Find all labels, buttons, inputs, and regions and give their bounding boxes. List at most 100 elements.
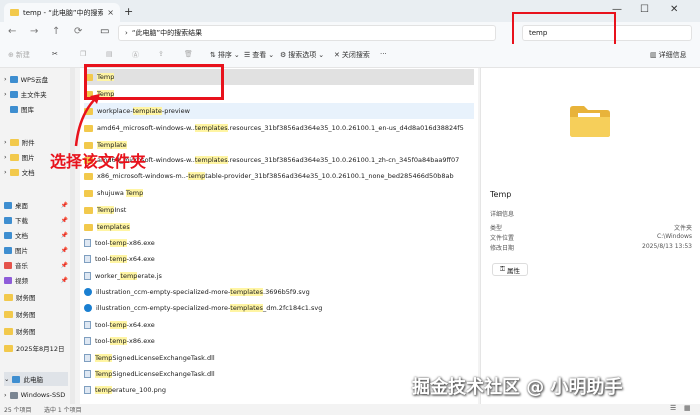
- sidebar-item-windows-ssd[interactable]: › Windows-SSD: [4, 388, 68, 402]
- rename-icon[interactable]: Ⓐ: [132, 50, 139, 60]
- sidebar-item-documents[interactable]: 文档 📌: [4, 228, 68, 242]
- file-name-match: templates: [230, 288, 264, 296]
- folder-icon: [4, 310, 13, 318]
- file-name-prefix: shujuwa: [97, 189, 126, 197]
- chevron-right-icon: ›: [4, 168, 7, 176]
- edge-icon: [84, 288, 92, 296]
- file-name-suffix: -x64.exe: [126, 255, 155, 263]
- file-name-match: temp: [109, 337, 127, 345]
- chevron-right-icon: ›: [4, 75, 7, 83]
- file-row[interactable]: tool-temp-x64.exe: [84, 251, 474, 267]
- file-row[interactable]: tool-temp-x86.exe: [84, 235, 474, 251]
- folder-icon: [4, 293, 13, 301]
- sidebar-item-finance-2[interactable]: 财务图: [4, 307, 68, 321]
- copy-icon[interactable]: ❐: [80, 50, 86, 58]
- tab-search-results[interactable]: temp - “此电脑”中的搜索结果 ×: [4, 3, 120, 22]
- forward-icon[interactable]: →: [30, 26, 38, 37]
- sidebar-item-this-pc[interactable]: ⌄ 此电脑: [4, 372, 68, 386]
- paste-icon[interactable]: ▤: [106, 50, 113, 58]
- sidebar-item-home[interactable]: › 主文件夹: [4, 87, 68, 101]
- chevron-down-icon: ⌄: [318, 51, 325, 59]
- file-icon: [84, 370, 91, 378]
- file-name-prefix: illustration_ccm-empty-specialized-more-: [96, 304, 231, 312]
- close-icon[interactable]: ✕: [670, 4, 678, 15]
- sidebar-item-pictures[interactable]: 图片 📌: [4, 243, 68, 257]
- file-name-prefix: illustration_ccm-empty-specialized-more-: [96, 288, 231, 296]
- view-button[interactable]: ☰ 查看 ⌄: [244, 50, 274, 60]
- properties-button[interactable]: ⚿ 属性: [492, 263, 528, 276]
- file-name-suffix: -x64.exe: [126, 321, 155, 329]
- view-icon: ☰: [244, 51, 251, 59]
- file-row[interactable]: worker_temperate.js: [84, 268, 474, 284]
- sidebar-item-wps-cloud[interactable]: › WPS云盘: [4, 72, 68, 86]
- list-view-icon[interactable]: ☰: [670, 404, 676, 412]
- search-options-button[interactable]: ⚙ 搜索选项 ⌄: [280, 50, 324, 60]
- address-bar[interactable]: › “此电脑”中的搜索结果: [118, 25, 496, 41]
- close-search-button[interactable]: ✕ 关闭搜索: [334, 50, 370, 60]
- maximize-icon[interactable]: ☐: [640, 4, 649, 15]
- file-name: amd64_microsoft-windows-w..templates.res…: [97, 156, 459, 164]
- file-name-suffix: -x86.exe: [126, 239, 155, 247]
- sidebar-item-downloads[interactable]: 下载 📌: [4, 213, 68, 227]
- folder-icon: [9, 168, 19, 176]
- sidebar-item-music[interactable]: 音乐 📌: [4, 258, 68, 272]
- download-icon: [4, 216, 12, 224]
- music-icon: [4, 261, 12, 269]
- annotation-arrow: [74, 94, 100, 147]
- folder-icon: [10, 9, 19, 16]
- sidebar-item-attachments[interactable]: › 附件: [4, 135, 68, 149]
- sidebar-item-desktop[interactable]: 桌面 📌: [4, 198, 68, 212]
- chevron-right-icon: ›: [4, 391, 7, 399]
- new-button[interactable]: ⊕ 新建: [8, 50, 30, 60]
- file-row[interactable]: templates: [84, 219, 474, 235]
- new-tab-icon[interactable]: +: [124, 5, 133, 18]
- share-icon[interactable]: ⇪: [158, 50, 164, 58]
- file-row[interactable]: amd64_microsoft-windows-w..templates.res…: [84, 120, 474, 136]
- file-name-suffix: .resources_31bf3856ad364e35_10.0.26100.1…: [227, 124, 464, 132]
- pictures-icon: [4, 246, 12, 254]
- pc-icon: [12, 375, 21, 383]
- grid-view-icon[interactable]: ▦: [684, 404, 691, 412]
- file-icon: [84, 337, 91, 345]
- file-row[interactable]: shujuwa Temp: [84, 185, 474, 201]
- details-icon: ▥: [650, 51, 657, 59]
- file-row[interactable]: workplace-template-preview: [84, 103, 474, 119]
- sort-button[interactable]: ⇅ 排序 ⌄: [210, 50, 240, 60]
- folder-icon: [4, 327, 13, 335]
- file-row[interactable]: illustration_ccm-empty-specialized-more-…: [84, 300, 474, 316]
- pin-icon: 📌: [60, 261, 68, 269]
- file-row[interactable]: TempInst: [84, 202, 474, 218]
- file-name: amd64_microsoft-windows-w..templates.res…: [97, 124, 464, 132]
- file-name-match: temp: [109, 321, 127, 329]
- more-button[interactable]: ···: [380, 50, 387, 58]
- file-row[interactable]: tool-temp-x86.exe: [84, 333, 474, 349]
- file-name: worker_temperate.js: [95, 272, 162, 280]
- details-label-modified: 修改日期: [490, 245, 515, 252]
- file-name: shujuwa Temp: [97, 189, 144, 197]
- watermark: 掘金技术社区 @ 小明助手: [412, 377, 623, 398]
- pin-icon: 📌: [60, 216, 68, 224]
- sidebar-item-finance-3[interactable]: 财务图: [4, 324, 68, 338]
- sidebar-item-videos[interactable]: 视频 📌: [4, 273, 68, 287]
- key-icon: ⚿: [500, 265, 505, 273]
- up-icon[interactable]: ↑: [52, 26, 60, 37]
- plus-icon: ⊕: [8, 51, 14, 59]
- chevron-down-icon: ⌄: [233, 51, 240, 59]
- file-icon: [84, 354, 91, 362]
- file-name: TempSignedLicenseExchangeTask.dll: [95, 370, 215, 378]
- delete-icon[interactable]: 🗑: [184, 50, 193, 58]
- file-row[interactable]: illustration_ccm-empty-specialized-more-…: [84, 284, 474, 300]
- refresh-icon[interactable]: ⟳: [74, 26, 82, 37]
- tab-close-icon[interactable]: ×: [107, 8, 114, 17]
- pin-icon: 📌: [60, 231, 68, 239]
- file-row[interactable]: tool-temp-x64.exe: [84, 317, 474, 333]
- file-icon: [84, 255, 91, 263]
- file-row[interactable]: TempSignedLicenseExchangeTask.dll: [84, 350, 474, 366]
- sidebar-item-date-folder[interactable]: 2025年8月12日: [4, 341, 68, 355]
- cut-icon[interactable]: ✂: [52, 50, 58, 58]
- sidebar-item-gallery[interactable]: 图库: [4, 102, 68, 116]
- sidebar-item-finance-1[interactable]: 财务图: [4, 290, 68, 304]
- back-icon[interactable]: ←: [8, 26, 16, 37]
- file-name-suffix: SignedLicenseExchangeTask.dll: [112, 370, 215, 378]
- details-pane-button[interactable]: ▥ 详细信息: [650, 50, 687, 60]
